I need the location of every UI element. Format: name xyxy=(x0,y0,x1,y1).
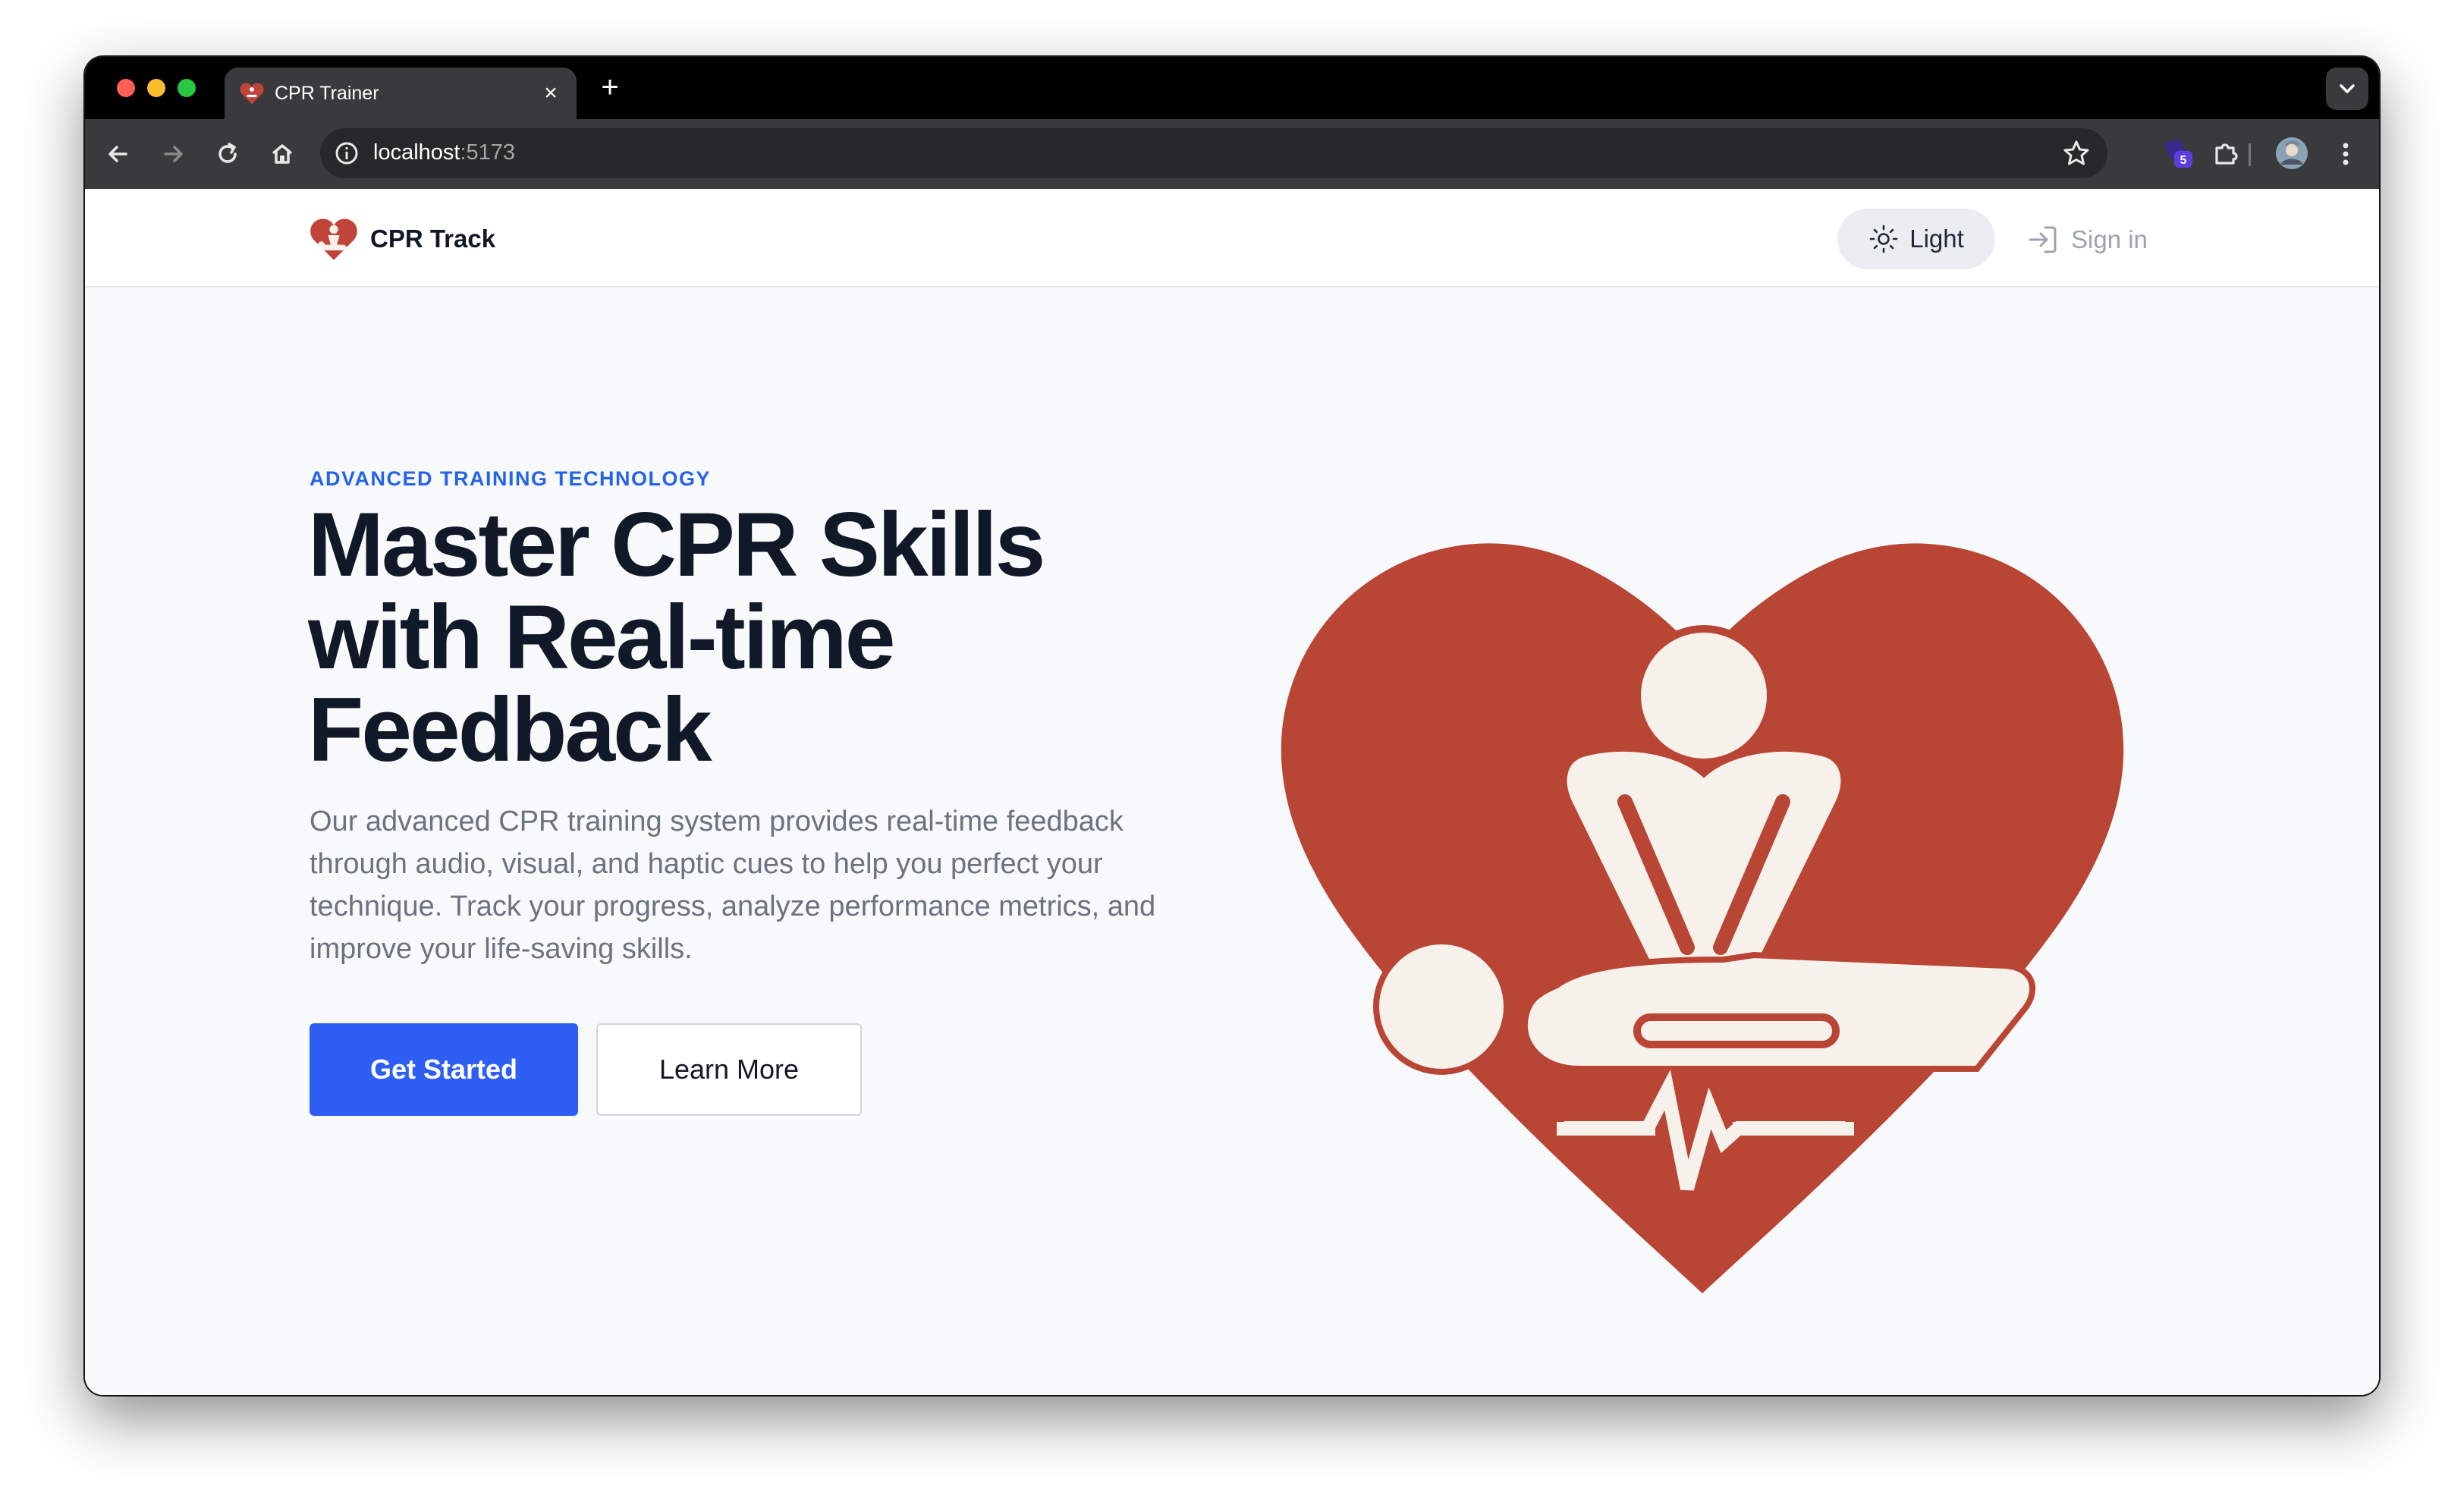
brand-link[interactable]: CPR Track xyxy=(310,216,495,262)
browser-toolbar: localhost:5173 5 xyxy=(85,119,2379,189)
patient-body xyxy=(1521,951,2036,1072)
star-icon[interactable] xyxy=(2060,137,2092,169)
tab-search-button[interactable] xyxy=(2326,68,2368,110)
hands-on-chest xyxy=(1633,1013,1840,1048)
extensions-icon[interactable] xyxy=(2209,137,2242,171)
hero-description: Our advanced CPR training system provide… xyxy=(310,806,1156,965)
headline-line-1: Master CPR Skills xyxy=(308,494,1045,595)
brand-name: CPR Track xyxy=(370,225,496,253)
extension-badge-count: 5 xyxy=(2180,154,2187,167)
sun-icon xyxy=(1869,225,1898,253)
cpr-heart-favicon-icon xyxy=(240,83,264,105)
patient-head xyxy=(1373,938,1510,1075)
cpr-heart-logo-icon xyxy=(310,218,357,260)
home-icon[interactable] xyxy=(266,137,299,171)
browser-tab[interactable]: CPR Trainer × xyxy=(225,68,577,119)
headline-line-3: Feedback xyxy=(308,679,712,781)
web-page: CPR Track Light Sign in ADVANCED TRAININ… xyxy=(85,189,2379,1395)
tab-title: CPR Trainer xyxy=(275,83,379,104)
forward-arrow-icon[interactable] xyxy=(156,137,190,171)
maximize-window-button[interactable] xyxy=(178,79,196,97)
sign-in-icon xyxy=(2029,226,2057,253)
hero-headline: Master CPR Skills with Real-time Feedbac… xyxy=(308,498,1142,776)
back-arrow-icon[interactable] xyxy=(102,137,135,171)
toolbar-divider xyxy=(2249,143,2251,166)
browser-window: CPR Trainer × + localhost:5173 5 CPR Tra… xyxy=(85,57,2379,1395)
site-navbar: CPR Track Light Sign in xyxy=(85,189,2379,287)
cpr-heart-illustration xyxy=(1281,543,2124,1293)
hero-eyebrow: ADVANCED TRAINING TECHNOLOGY xyxy=(310,467,712,490)
tab-strip: CPR Trainer × + xyxy=(85,57,2379,119)
tab-close-icon[interactable]: × xyxy=(536,78,566,108)
url-port: :5173 xyxy=(460,140,516,165)
theme-toggle-label: Light xyxy=(1909,225,1964,253)
theme-toggle-button[interactable]: Light xyxy=(1837,209,1995,269)
close-window-button[interactable] xyxy=(117,79,135,97)
rescuer-head xyxy=(1633,625,1774,766)
ecg-baseline-left xyxy=(1557,1122,1655,1136)
new-tab-button[interactable]: + xyxy=(593,72,627,105)
kebab-menu-icon[interactable] xyxy=(2329,137,2362,171)
get-started-button[interactable]: Get Started xyxy=(310,1023,578,1116)
chevron-down-icon xyxy=(2340,84,2355,93)
learn-more-button[interactable]: Learn More xyxy=(596,1023,862,1116)
sign-in-label: Sign in xyxy=(2071,225,2148,253)
url-text: localhost:5173 xyxy=(373,140,515,165)
info-icon[interactable] xyxy=(332,139,361,168)
sign-in-link[interactable]: Sign in xyxy=(2026,219,2148,260)
ecg-baseline-right xyxy=(1733,1122,1854,1136)
minimize-window-button[interactable] xyxy=(147,79,165,97)
url-host: localhost xyxy=(373,140,460,165)
profile-avatar[interactable] xyxy=(2274,136,2309,171)
reload-icon[interactable] xyxy=(211,137,244,171)
address-bar[interactable]: localhost:5173 xyxy=(320,128,2107,178)
extension-badge-icon[interactable]: 5 xyxy=(2158,134,2195,172)
headline-line-2: with Real-time xyxy=(308,586,895,688)
